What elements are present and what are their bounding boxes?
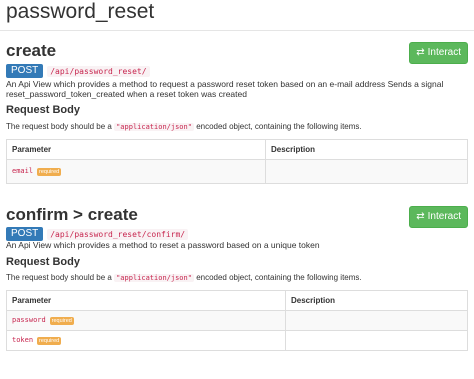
method-badge: POST bbox=[6, 64, 44, 78]
description-cell bbox=[285, 330, 468, 351]
header-parameter: Parameter bbox=[6, 139, 266, 160]
required-badge: required bbox=[49, 316, 74, 325]
header-parameter: Parameter bbox=[6, 290, 286, 311]
param-name: token bbox=[12, 336, 34, 345]
endpoint-description-block: An Api View which provides a method to r… bbox=[6, 240, 446, 250]
table-row: password required bbox=[6, 310, 468, 331]
method-badge: POST bbox=[6, 227, 44, 241]
interact-button[interactable]: ⇄ Interact bbox=[409, 42, 468, 64]
param-cell: password required bbox=[6, 310, 286, 331]
request-body-title: Request Body bbox=[6, 104, 80, 116]
request-body-text-after: encoded object, containing the following… bbox=[196, 122, 362, 131]
endpoint-description: An Api View which provides a method to r… bbox=[6, 240, 320, 250]
swap-arrows-icon: ⇄ bbox=[416, 211, 425, 222]
param-cell: token required bbox=[6, 330, 286, 351]
request-body-title: Request Body bbox=[6, 256, 80, 268]
page-title: password_reset bbox=[6, 0, 155, 23]
required-badge: required bbox=[37, 336, 62, 345]
request-body-text-before: The request body should be a bbox=[6, 273, 112, 282]
endpoint-path: /api/password_reset/confirm/ bbox=[47, 228, 189, 240]
header-description: Description bbox=[285, 290, 468, 311]
content-type-code: "application/json" bbox=[114, 274, 194, 282]
table-row: email required bbox=[6, 159, 468, 184]
request-body-text-before: The request body should be a bbox=[6, 122, 112, 131]
param-name: password bbox=[12, 316, 46, 325]
request-body-text-after: encoded object, containing the following… bbox=[196, 273, 362, 282]
request-body-text: The request body should be a "applicatio… bbox=[6, 122, 468, 132]
interact-button-label: Interact bbox=[427, 47, 461, 58]
request-body-text-block: The request body should be a "applicatio… bbox=[6, 273, 468, 283]
endpoint-line: POST /api/password_reset/confirm/ bbox=[6, 227, 468, 241]
params-table: Parameter Description password required … bbox=[6, 290, 468, 351]
endpoint-description-block: An Api View which provides a method to r… bbox=[6, 79, 446, 99]
param-cell: email required bbox=[6, 159, 266, 184]
content-type-code: "application/json" bbox=[114, 123, 194, 131]
params-table: Parameter Description email required bbox=[6, 139, 468, 184]
endpoint-section-confirm-create: confirm > create ⇄ Interact bbox=[6, 205, 468, 228]
header-description: Description bbox=[265, 139, 468, 160]
request-body-text: The request body should be a "applicatio… bbox=[6, 273, 468, 283]
description-cell bbox=[285, 310, 468, 331]
title-divider bbox=[0, 30, 474, 31]
endpoint-path: /api/password_reset/ bbox=[47, 65, 150, 77]
required-badge: required bbox=[37, 167, 62, 176]
request-body-heading-block: Request Body bbox=[6, 256, 468, 269]
table-row: token required bbox=[6, 330, 468, 351]
interact-button-label: Interact bbox=[427, 211, 461, 222]
request-body-heading-block: Request Body bbox=[6, 104, 468, 117]
swap-arrows-icon: ⇄ bbox=[416, 47, 425, 58]
endpoint-line: POST /api/password_reset/ bbox=[6, 64, 468, 78]
request-body-text-block: The request body should be a "applicatio… bbox=[6, 122, 468, 132]
table-header-row: Parameter Description bbox=[6, 290, 468, 311]
endpoint-section-create: create ⇄ Interact bbox=[6, 41, 468, 64]
table-header-row: Parameter Description bbox=[6, 139, 468, 160]
section-title: confirm > create bbox=[6, 205, 138, 224]
description-cell bbox=[265, 159, 468, 184]
param-name: email bbox=[12, 167, 34, 176]
section-title: create bbox=[6, 41, 57, 60]
interact-button[interactable]: ⇄ Interact bbox=[409, 206, 468, 228]
endpoint-description: An Api View which provides a method to r… bbox=[6, 79, 444, 99]
